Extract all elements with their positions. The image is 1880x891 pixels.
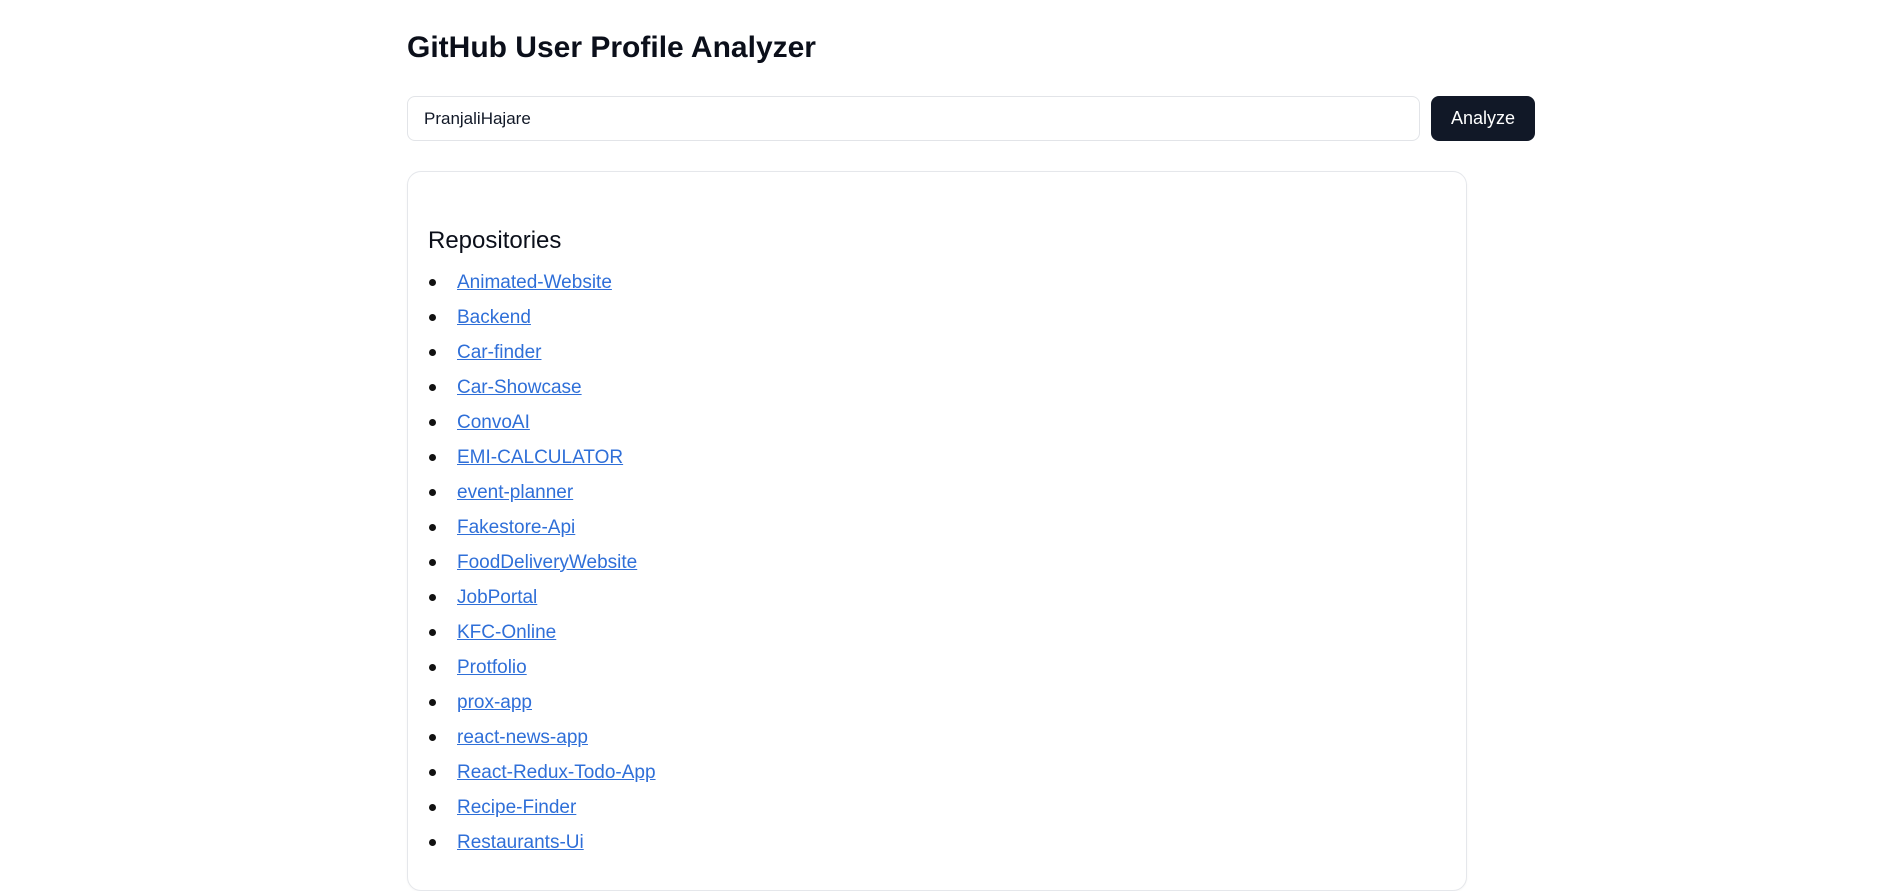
repo-link[interactable]: Protfolio xyxy=(457,654,527,682)
repo-link[interactable]: ConvoAI xyxy=(457,409,530,437)
repo-link[interactable]: React-Redux-Todo-App xyxy=(457,759,656,787)
repo-link[interactable]: Car-Showcase xyxy=(457,374,582,402)
bullet-icon xyxy=(429,839,436,846)
bullet-icon xyxy=(429,594,436,601)
bullet-icon xyxy=(429,559,436,566)
repo-link[interactable]: Restaurants-Ui xyxy=(457,829,584,857)
analyze-button[interactable]: Analyze xyxy=(1431,96,1535,141)
bullet-icon xyxy=(429,314,436,321)
repositories-heading: Repositories xyxy=(428,227,562,254)
bullet-icon xyxy=(429,734,436,741)
bullet-icon xyxy=(429,419,436,426)
repo-link[interactable]: Animated-Website xyxy=(457,269,612,297)
results-card: Repositories Animated-Website Backend Car-… xyxy=(407,171,1467,891)
bullet-icon xyxy=(429,279,436,286)
bullet-icon xyxy=(429,804,436,811)
repo-link[interactable]: react-news-app xyxy=(457,724,588,752)
bullet-icon xyxy=(429,699,436,706)
repo-link[interactable]: prox-app xyxy=(457,689,532,717)
repo-link[interactable]: Recipe-Finder xyxy=(457,794,576,822)
bullet-icon xyxy=(429,454,436,461)
repo-link[interactable]: Car-finder xyxy=(457,339,541,367)
repo-link[interactable]: Backend xyxy=(457,304,531,332)
repo-link[interactable]: JobPortal xyxy=(457,584,537,612)
bullet-icon xyxy=(429,349,436,356)
repo-link[interactable]: EMI-CALCULATOR xyxy=(457,444,623,472)
bullet-icon xyxy=(429,664,436,671)
bullet-icon xyxy=(429,384,436,391)
repo-link[interactable]: event-planner xyxy=(457,479,573,507)
bullet-icon xyxy=(429,629,436,636)
username-input[interactable] xyxy=(407,96,1420,141)
repo-link[interactable]: FoodDeliveryWebsite xyxy=(457,549,637,577)
bullet-icon xyxy=(429,524,436,531)
bullet-icon xyxy=(429,769,436,776)
page-title: GitHub User Profile Analyzer xyxy=(407,31,816,64)
repo-link[interactable]: KFC-Online xyxy=(457,619,556,647)
repo-link[interactable]: Fakestore-Api xyxy=(457,514,575,542)
search-row: Analyze xyxy=(407,96,1535,141)
bullet-icon xyxy=(429,489,436,496)
